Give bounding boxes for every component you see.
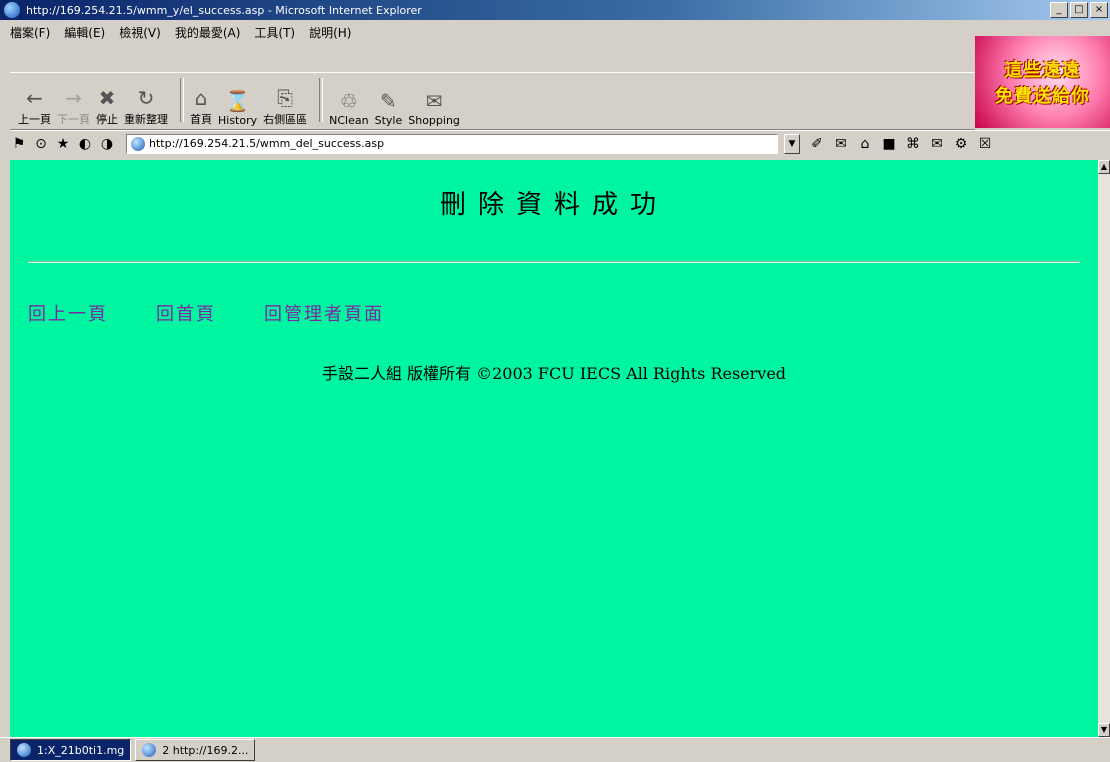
- menu-edit[interactable]: 編輯(E): [64, 24, 105, 41]
- history-label: History: [218, 114, 258, 127]
- maximize-button[interactable]: □: [1070, 2, 1088, 18]
- sidebar-label: 右側區區: [263, 113, 308, 126]
- taskbar-item-2[interactable]: 2 http://169.2...: [135, 739, 256, 761]
- ad-line-2: 免費送給你: [995, 86, 1090, 107]
- menu-bar: 檔案(F) 編輯(E) 檢視(V) 我的最愛(A) 工具(T) 說明(H): [0, 20, 975, 44]
- address-bar: ⚑ ⊙ ★ ◐ ◑ http://169.254.21.5/wmm_del_su…: [10, 130, 1110, 156]
- refresh-button[interactable]: ↻ 重新整理: [124, 77, 168, 127]
- taskbar-item-1[interactable]: 1:X_21b0ti1.mg: [10, 739, 132, 761]
- ad-banner[interactable]: 這些遠遠 免費送給你: [975, 36, 1110, 128]
- scroll-down-button[interactable]: ▼: [1098, 723, 1110, 737]
- stop-icon: ✖: [98, 86, 116, 110]
- refresh-icon: ↻: [137, 86, 155, 110]
- links-icon[interactable]: ⚑: [10, 135, 28, 153]
- ie-logo-icon: [4, 2, 20, 18]
- ad-line-1: 這些遠遠: [1004, 60, 1081, 81]
- address-url: http://169.254.21.5/wmm_del_success.asp: [149, 137, 385, 150]
- forward-button[interactable]: → 下一頁: [57, 77, 90, 127]
- favorites-icon[interactable]: ★: [54, 135, 72, 153]
- print-icon[interactable]: ⌘: [904, 135, 922, 153]
- title-bar[interactable]: http://169.254.21.5/wmm_y/el_success.asp…: [0, 0, 1110, 20]
- task-app-icon: [17, 743, 31, 757]
- menu-help[interactable]: 說明(H): [309, 24, 351, 41]
- shopping-icon: ✉: [425, 89, 443, 113]
- edit-icon[interactable]: ✐: [808, 135, 826, 153]
- vertical-scrollbar[interactable]: ▲ ▼: [1098, 160, 1110, 737]
- menu-file[interactable]: 檔案(F): [10, 24, 50, 41]
- nclean-label: NClean: [329, 114, 369, 127]
- scroll-up-button[interactable]: ▲: [1098, 160, 1110, 174]
- home-label: 首頁: [190, 113, 212, 126]
- sidebar-icon: ⎘: [277, 86, 294, 110]
- channel-icon[interactable]: ◑: [98, 135, 116, 153]
- media-icon[interactable]: ◐: [76, 135, 94, 153]
- history-icon: ⌛: [225, 89, 251, 113]
- page-content: 刪除資料成功 回上一頁 回首頁 回管理者頁面 手設二人組 版權所有 ©2003 …: [10, 160, 1098, 737]
- ie-task-icon: [142, 743, 157, 757]
- window-controls: _ □ ×: [1050, 2, 1108, 18]
- style-label: Style: [374, 114, 403, 127]
- window-title: http://169.254.21.5/wmm_y/el_success.asp…: [26, 3, 422, 17]
- menu-favorites[interactable]: 我的最愛(A): [175, 24, 241, 41]
- address-input[interactable]: http://169.254.21.5/wmm_del_success.asp: [126, 133, 778, 154]
- address-dropdown-button[interactable]: ▼: [784, 133, 800, 154]
- taskbar-item-label: 1:X_21b0ti1.mg: [37, 743, 125, 757]
- taskbar-item-label: 2 http://169.2...: [162, 743, 249, 757]
- nav-links: 回上一頁 回首頁 回管理者頁面: [28, 300, 432, 326]
- shopping-button[interactable]: ✉ Shopping: [408, 77, 460, 127]
- home-icon: ⌂: [194, 86, 208, 110]
- style-icon: ✎: [380, 89, 397, 113]
- copyright-footer: 手設二人組 版權所有 ©2003 FCU IECS All Rights Res…: [321, 364, 787, 383]
- back-label: 上一頁: [18, 113, 51, 126]
- browser-window: http://169.254.21.5/wmm_y/el_success.asp…: [0, 0, 1110, 762]
- nclean-icon: ♲: [339, 89, 358, 113]
- sidebar-button[interactable]: ⎘ 右側區區: [263, 77, 307, 127]
- style-button[interactable]: ✎ Style: [375, 77, 403, 127]
- forward-label: 下一頁: [57, 113, 90, 126]
- mail-icon[interactable]: ✉: [832, 135, 850, 153]
- stop-label: 停止: [96, 113, 118, 126]
- back-link[interactable]: 回上一頁: [28, 300, 108, 326]
- toolbar: ← 上一頁 → 下一頁 ✖ 停止 ↻ 重新整理 ⌂ 首頁 ⌛ History ⎘…: [10, 72, 975, 130]
- close-button[interactable]: ×: [1090, 2, 1108, 18]
- taskbar: 1:X_21b0ti1.mg 2 http://169.2...: [0, 737, 1110, 762]
- horizontal-rule: [28, 261, 1080, 263]
- messenger-icon[interactable]: ✉: [928, 135, 946, 153]
- history-button[interactable]: ⌛ History: [218, 77, 257, 127]
- page-title: 刪除資料成功: [439, 190, 668, 220]
- back-button[interactable]: ← 上一頁: [18, 77, 51, 127]
- settings-icon[interactable]: ⚙: [952, 135, 970, 153]
- refresh-label: 重新整理: [124, 113, 168, 126]
- search-icon[interactable]: ⊙: [32, 135, 50, 153]
- page-globe-icon: [131, 136, 145, 151]
- forward-arrow-icon: →: [65, 86, 82, 110]
- home-link[interactable]: 回首頁: [156, 300, 216, 326]
- close-small-icon[interactable]: ☒: [976, 135, 994, 153]
- shopping-label: Shopping: [408, 114, 460, 127]
- nclean-button[interactable]: ♲ NClean: [329, 77, 368, 127]
- home-button[interactable]: ⌂ 首頁: [190, 77, 212, 127]
- menu-tools[interactable]: 工具(T): [254, 24, 295, 41]
- toolbar-separator: [180, 78, 184, 122]
- save-icon[interactable]: ■: [880, 135, 898, 153]
- home-small-icon[interactable]: ⌂: [856, 135, 874, 153]
- toolbar-separator: [319, 78, 324, 122]
- admin-page-link[interactable]: 回管理者頁面: [264, 300, 384, 326]
- back-arrow-icon: ←: [26, 86, 43, 110]
- menu-view[interactable]: 檢視(V): [119, 24, 161, 41]
- stop-button[interactable]: ✖ 停止: [96, 77, 118, 127]
- minimize-button[interactable]: _: [1050, 2, 1068, 18]
- quick-tools: ✐ ✉ ⌂ ■ ⌘ ✉ ⚙ ☒: [808, 135, 994, 153]
